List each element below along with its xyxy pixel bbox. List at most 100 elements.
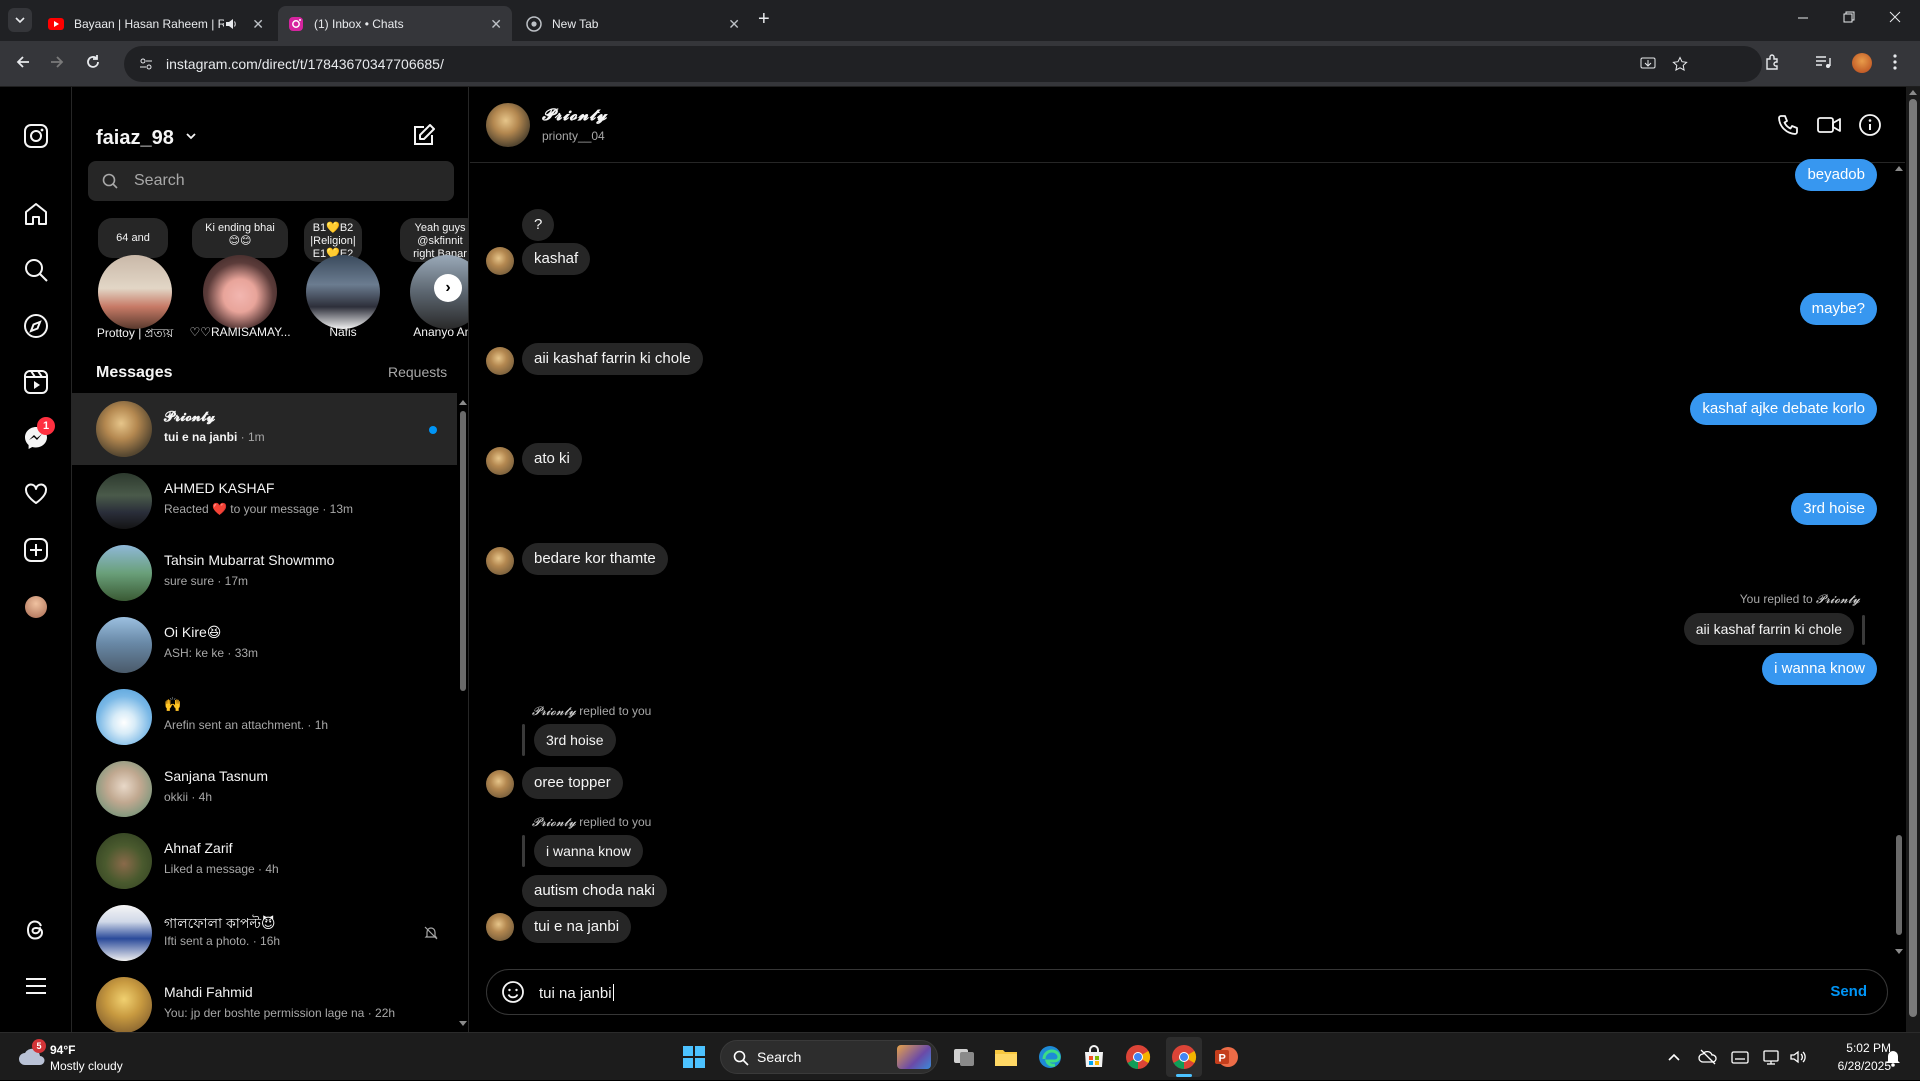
incoming-message[interactable]: ato ki xyxy=(522,443,582,475)
install-app-icon[interactable] xyxy=(1640,56,1656,72)
incoming-message[interactable]: oree topper xyxy=(522,767,623,799)
heart-icon[interactable] xyxy=(23,481,49,507)
tab-search-button[interactable] xyxy=(8,8,32,32)
message-input[interactable]: tui na janbi xyxy=(539,984,614,1002)
keyboard-layout-icon[interactable] xyxy=(1730,1047,1750,1067)
clock-time[interactable]: 5:02 PM xyxy=(1835,1041,1891,1055)
create-plus-icon[interactable] xyxy=(23,537,49,563)
more-vertical-icon[interactable] xyxy=(1892,53,1898,71)
note-bubble[interactable]: 64 and on... xyxy=(98,218,168,258)
onedrive-offline-icon[interactable] xyxy=(1698,1047,1718,1067)
taskbar-search[interactable]: Search xyxy=(720,1040,938,1074)
chrome-icon[interactable] xyxy=(1124,1043,1152,1071)
scrollbar-thumb[interactable] xyxy=(1909,99,1917,1017)
outgoing-message[interactable]: maybe? xyxy=(1799,293,1877,325)
close-window-button[interactable] xyxy=(1888,10,1902,24)
incoming-message[interactable]: aii kashaf farrin ki chole xyxy=(522,343,703,375)
extensions-icon[interactable] xyxy=(1764,53,1782,71)
video-call-icon[interactable] xyxy=(1816,113,1842,137)
quoted-message[interactable]: i wanna know xyxy=(534,835,643,867)
close-icon[interactable]: ✕ xyxy=(490,16,502,33)
chrome-profile-app-button[interactable] xyxy=(1166,1037,1202,1077)
incoming-message[interactable]: ? xyxy=(522,209,555,241)
incoming-message[interactable]: tui e na janbi xyxy=(522,911,632,943)
quoted-message[interactable]: 3rd hoise xyxy=(534,724,616,756)
conversation-item[interactable]: 𝓟𝓻𝓲𝓸𝓷𝓽𝔂 tui e na janbi · 1m xyxy=(72,393,457,465)
sender-avatar[interactable] xyxy=(486,447,514,475)
back-icon[interactable] xyxy=(14,53,32,71)
account-switcher[interactable]: faiaz_98 xyxy=(96,127,197,150)
tab-new-tab[interactable]: New Tab ✕ xyxy=(516,6,750,41)
media-controls-icon[interactable] xyxy=(1814,53,1832,71)
conversation-item[interactable]: Ahnaf Zarif Liked a message · 4h xyxy=(72,825,457,897)
send-button[interactable]: Send xyxy=(1830,983,1867,1000)
close-icon[interactable]: ✕ xyxy=(728,16,740,33)
instagram-logo-icon[interactable] xyxy=(23,123,49,149)
file-explorer-icon[interactable] xyxy=(992,1043,1020,1071)
chat-scrollbar[interactable] xyxy=(1893,163,1905,958)
outgoing-message[interactable]: beyadob xyxy=(1795,159,1877,191)
edge-browser-icon[interactable] xyxy=(1036,1043,1064,1071)
message-composer[interactable]: tui na janbi Send xyxy=(486,969,1888,1015)
new-tab-button[interactable]: + xyxy=(758,8,770,31)
explore-compass-icon[interactable] xyxy=(23,313,49,339)
conversation-item[interactable]: Tahsin Mubarrat Showmmo sure sure · 17m xyxy=(72,537,457,609)
search-input[interactable]: Search xyxy=(88,161,454,201)
hamburger-menu-icon[interactable] xyxy=(23,973,49,999)
sender-avatar[interactable] xyxy=(486,247,514,275)
requests-link[interactable]: Requests xyxy=(388,364,447,380)
new-message-icon[interactable] xyxy=(412,123,436,147)
tab-instagram[interactable]: (1) Inbox • Chats ✕ xyxy=(278,6,512,41)
outgoing-message[interactable]: i wanna know xyxy=(1762,653,1877,685)
volume-icon[interactable] xyxy=(1788,1047,1808,1067)
outgoing-message[interactable]: kashaf ajke debate korlo xyxy=(1690,393,1877,425)
scrollbar-thumb[interactable] xyxy=(460,411,466,691)
weather-widget[interactable]: 5 94°F Mostly cloudy xyxy=(14,1033,144,1081)
note-bubble[interactable]: Yeah guys @skfinnit right Banar xyxy=(400,218,468,262)
inbox-scrollbar[interactable] xyxy=(457,397,468,1032)
address-bar[interactable]: instagram.com/direct/t/17843670347706685… xyxy=(124,46,1762,82)
restore-button[interactable] xyxy=(1842,10,1856,24)
note-bubble[interactable]: Ki ending bhai 😊😊 xyxy=(192,218,288,258)
conversation-item[interactable]: AHMED KASHAF Reacted ❤️ to your message … xyxy=(72,465,457,537)
incoming-message[interactable]: bedare kor thamte xyxy=(522,543,668,575)
emoji-icon[interactable] xyxy=(501,980,525,1004)
network-icon[interactable] xyxy=(1762,1047,1782,1067)
notification-bell-icon[interactable] xyxy=(1884,1047,1902,1067)
minimize-button[interactable] xyxy=(1796,10,1810,24)
close-icon[interactable]: ✕ xyxy=(252,16,264,33)
avatar[interactable] xyxy=(486,103,530,147)
microsoft-store-icon[interactable] xyxy=(1080,1043,1108,1071)
story-avatar[interactable] xyxy=(98,255,172,329)
quoted-message[interactable]: aii kashaf farrin ki chole xyxy=(1683,613,1854,645)
conversation-item[interactable]: গালফোলা কাপল্ট😈 Ifti sent a photo. · 16h xyxy=(72,897,457,969)
sender-avatar[interactable] xyxy=(486,770,514,798)
conversation-item[interactable]: Oi Kire😆 ASH: ke ke · 33m xyxy=(72,609,457,681)
incoming-message[interactable]: kashaf xyxy=(522,243,591,275)
bookmark-star-icon[interactable] xyxy=(1672,56,1688,72)
site-info-icon[interactable] xyxy=(138,56,154,72)
threads-icon[interactable] xyxy=(23,917,49,943)
conversation-item[interactable]: 🙌 Arefin sent an attachment. · 1h xyxy=(72,681,457,753)
powerpoint-icon[interactable]: P xyxy=(1212,1043,1240,1071)
reels-icon[interactable] xyxy=(23,369,49,395)
messages-nav-item[interactable]: 1 xyxy=(23,417,55,451)
forward-icon[interactable] xyxy=(48,53,66,71)
tab-youtube[interactable]: Bayaan | Hasan Raheem | Ro ✕ xyxy=(38,6,274,41)
search-icon[interactable] xyxy=(23,257,49,283)
phone-call-icon[interactable] xyxy=(1776,113,1800,137)
incoming-message[interactable]: autism choda naki xyxy=(522,875,667,907)
stories-next-button[interactable]: › xyxy=(434,274,462,302)
conversation-item[interactable]: Mahdi Fahmid You: jp der boshte permissi… xyxy=(72,969,457,1032)
page-scrollbar[interactable] xyxy=(1906,87,1920,1032)
conversation-item[interactable]: Sanjana Tasnum okkii · 4h xyxy=(72,753,457,825)
scrollbar-thumb[interactable] xyxy=(1896,835,1902,935)
reload-icon[interactable] xyxy=(84,53,102,71)
profile-avatar[interactable] xyxy=(25,596,47,618)
sender-avatar[interactable] xyxy=(486,347,514,375)
info-icon[interactable] xyxy=(1858,113,1882,137)
profile-avatar-button[interactable] xyxy=(1852,53,1872,73)
windows-start-icon[interactable] xyxy=(680,1043,708,1071)
chevron-up-icon[interactable] xyxy=(1664,1047,1684,1067)
story-avatar[interactable] xyxy=(306,255,380,329)
